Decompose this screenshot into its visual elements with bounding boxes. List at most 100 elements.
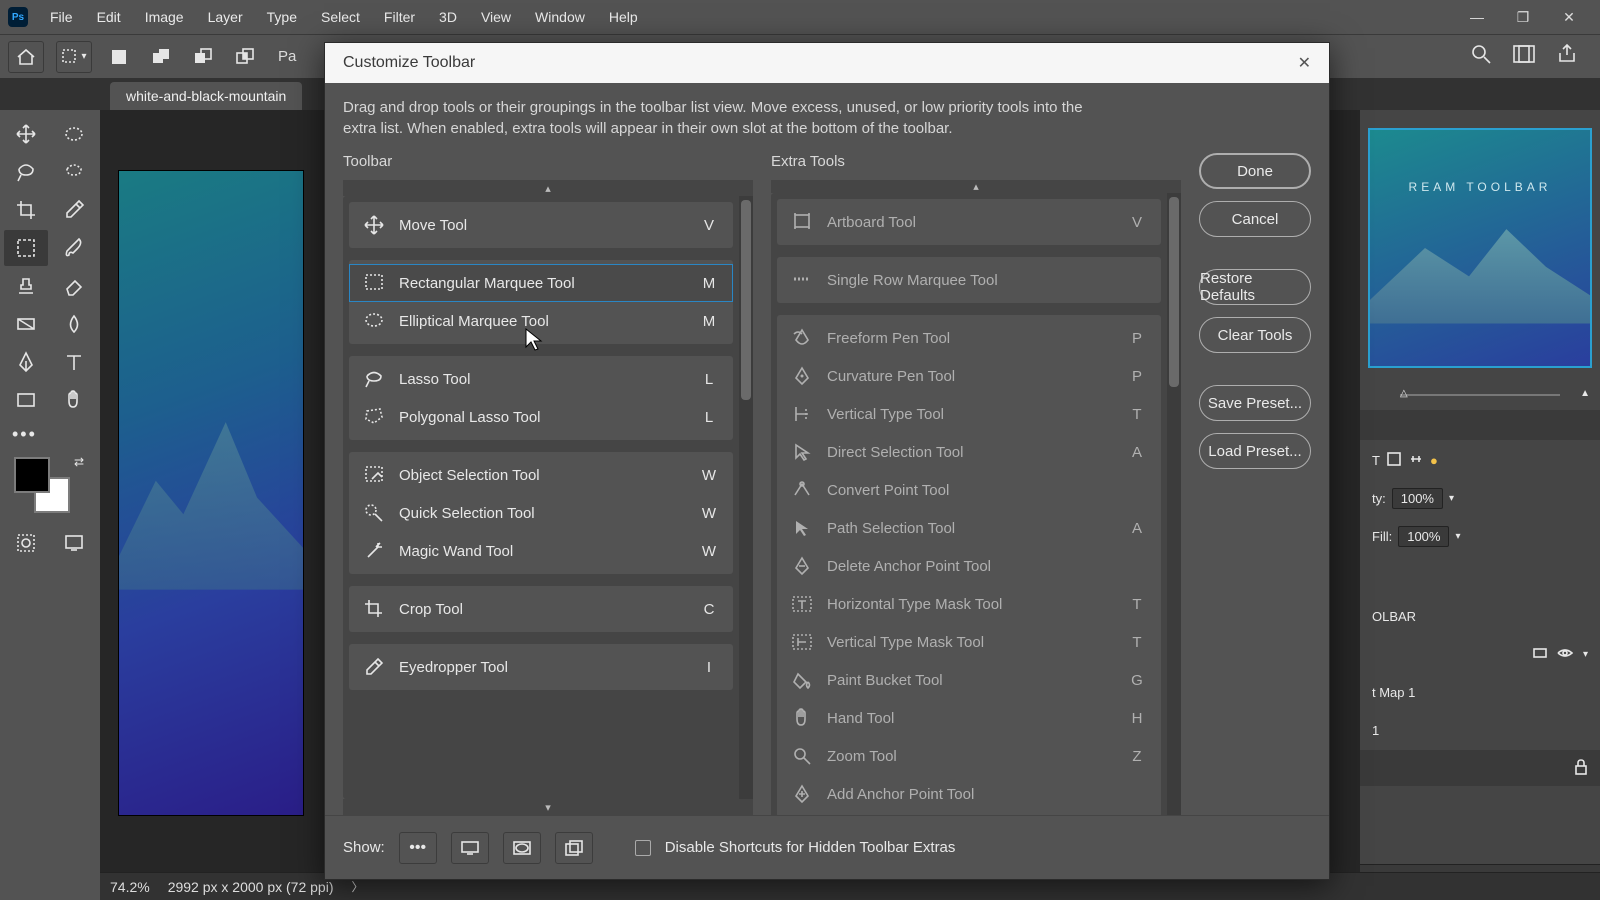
crop-tool-icon[interactable] — [4, 192, 48, 228]
tool-row[interactable]: Move ToolV — [349, 206, 733, 244]
tool-row[interactable]: Paint Bucket ToolG — [777, 661, 1161, 699]
tool-row[interactable]: Magic Wand ToolW — [349, 532, 733, 570]
tool-row[interactable]: Elliptical Marquee ToolM — [349, 302, 733, 340]
tool-row[interactable]: Polygonal Lasso ToolL — [349, 398, 733, 436]
dialog-title-bar[interactable]: Customize Toolbar ✕ — [325, 43, 1329, 83]
tool-row[interactable]: Delete Anchor Point Tool — [777, 547, 1161, 585]
toolbar-list[interactable]: Move ToolV Rectangular Marquee ToolMEllip… — [343, 196, 739, 799]
show-stack-icon[interactable] — [555, 832, 593, 864]
lock-icon[interactable] — [1574, 759, 1588, 778]
pen-tool-icon[interactable] — [4, 344, 48, 380]
menu-file[interactable]: File — [38, 9, 85, 25]
tool-row[interactable]: Vertical Type ToolT — [777, 395, 1161, 433]
tool-row[interactable]: Convert Point Tool — [777, 471, 1161, 509]
hand-tool-icon[interactable] — [52, 382, 96, 418]
tool-row[interactable]: Path Selection ToolA — [777, 509, 1161, 547]
foreground-color-swatch[interactable] — [14, 457, 50, 493]
rect-add-icon[interactable] — [146, 42, 176, 72]
tool-row[interactable]: Quick Selection ToolW — [349, 494, 733, 532]
move-tool-icon[interactable] — [4, 116, 48, 152]
swap-colors-icon[interactable]: ⇄ — [74, 455, 84, 469]
layer-item[interactable]: t Map 1 — [1360, 674, 1600, 710]
show-grid-icon[interactable] — [503, 832, 541, 864]
clear-tools-button[interactable]: Clear Tools — [1199, 317, 1311, 353]
menu-3d[interactable]: 3D — [427, 9, 469, 25]
load-preset-button[interactable]: Load Preset... — [1199, 433, 1311, 469]
save-preset-button[interactable]: Save Preset... — [1199, 385, 1311, 421]
link-small-icon[interactable] — [1533, 646, 1547, 663]
scrollbar[interactable] — [739, 196, 753, 799]
menu-filter[interactable]: Filter — [372, 9, 427, 25]
tool-row[interactable]: Freeform Pen ToolP — [777, 319, 1161, 357]
tool-row[interactable]: Object Selection ToolW — [349, 456, 733, 494]
extras-list[interactable]: Artboard ToolV Single Row Marquee Tool Fre… — [771, 193, 1167, 815]
disable-shortcuts-checkbox[interactable] — [635, 840, 651, 856]
tool-row[interactable]: Vertical Type Mask ToolT — [777, 623, 1161, 661]
menu-view[interactable]: View — [469, 9, 523, 25]
ellipse-marquee-tool-icon[interactable] — [52, 116, 96, 152]
chevron-down-icon[interactable]: ▾ — [1449, 493, 1454, 504]
window-maximize-button[interactable]: ❐ — [1500, 5, 1546, 29]
done-button[interactable]: Done — [1199, 153, 1311, 189]
home-icon[interactable] — [8, 41, 44, 73]
navigator-preview[interactable]: REAM TOOLBAR — [1368, 128, 1592, 368]
toolbox-overflow-icon[interactable]: ••• — [4, 420, 96, 449]
share-icon[interactable] — [1556, 43, 1578, 70]
restore-defaults-button[interactable]: Restore Defaults — [1199, 269, 1311, 305]
transform-icon[interactable] — [1386, 451, 1402, 470]
tool-row[interactable]: Artboard ToolV — [777, 203, 1161, 241]
fill-value[interactable]: 100% — [1398, 526, 1449, 547]
screenmode-icon[interactable] — [52, 525, 96, 561]
tool-row[interactable]: Add Anchor Point Tool — [777, 775, 1161, 813]
scroll-down-icon[interactable]: ▾ — [343, 799, 753, 815]
menu-edit[interactable]: Edit — [85, 9, 133, 25]
type-tool-icon[interactable] — [52, 344, 96, 380]
eye-icon[interactable] — [1557, 647, 1573, 662]
blur-tool-icon[interactable] — [52, 306, 96, 342]
menu-type[interactable]: Type — [255, 9, 309, 25]
magnetic-lasso-tool-icon[interactable] — [52, 154, 96, 190]
frame-icon[interactable] — [1512, 44, 1536, 69]
link-icon[interactable] — [1408, 451, 1424, 470]
tool-row[interactable]: Lasso ToolL — [349, 360, 733, 398]
search-icon[interactable] — [1470, 43, 1492, 70]
stamp-tool-icon[interactable] — [4, 268, 48, 304]
cancel-button[interactable]: Cancel — [1199, 201, 1311, 237]
chevron-right-icon[interactable]: 〉 — [351, 878, 363, 895]
tool-row[interactable]: Horizontal Type Mask ToolT — [777, 585, 1161, 623]
tool-row[interactable]: Single Row Marquee Tool — [777, 261, 1161, 299]
window-minimize-button[interactable]: — — [1454, 5, 1500, 29]
menu-window[interactable]: Window — [523, 9, 597, 25]
show-ellipsis-icon[interactable]: ••• — [399, 832, 437, 864]
rect-intersect-icon[interactable] — [230, 42, 260, 72]
menu-help[interactable]: Help — [597, 9, 650, 25]
eyedropper-tool-icon[interactable] — [52, 192, 96, 228]
scrollbar[interactable] — [1167, 193, 1181, 815]
tool-row[interactable]: Direct Selection ToolA — [777, 433, 1161, 471]
tool-preset-icon[interactable]: ▾ — [56, 41, 92, 73]
document-canvas[interactable] — [118, 170, 304, 816]
menu-image[interactable]: Image — [133, 9, 196, 25]
tool-row[interactable]: Eyedropper ToolI — [349, 648, 733, 686]
tool-row[interactable]: Curvature Pen ToolP — [777, 357, 1161, 395]
rect-sub-icon[interactable] — [188, 42, 218, 72]
type-icon[interactable]: T — [1372, 453, 1380, 468]
color-swatches[interactable]: ⇄ — [14, 457, 82, 513]
gradient-tool-icon[interactable] — [4, 306, 48, 342]
dot-icon[interactable]: ● — [1430, 453, 1438, 468]
tool-row[interactable]: Rectangular Marquee ToolM — [349, 264, 733, 302]
rect-marquee-tool-icon[interactable] — [4, 230, 48, 266]
scroll-up-icon[interactable]: ▴ — [771, 180, 1181, 193]
scroll-up-icon[interactable]: ▴ — [343, 180, 753, 196]
show-screen-icon[interactable] — [451, 832, 489, 864]
close-icon[interactable]: ✕ — [1298, 53, 1311, 73]
rect-new-icon[interactable] — [104, 42, 134, 72]
layer-item[interactable]: OLBAR — [1360, 598, 1600, 634]
menu-select[interactable]: Select — [309, 9, 372, 25]
document-tab[interactable]: white-and-black-mountain — [110, 82, 302, 110]
window-close-button[interactable]: ✕ — [1546, 5, 1592, 29]
opacity-value[interactable]: 100% — [1392, 488, 1443, 509]
quickmask-icon[interactable] — [4, 525, 48, 561]
tool-row[interactable]: Zoom ToolZ — [777, 737, 1161, 775]
tool-row[interactable]: Crop ToolC — [349, 590, 733, 628]
